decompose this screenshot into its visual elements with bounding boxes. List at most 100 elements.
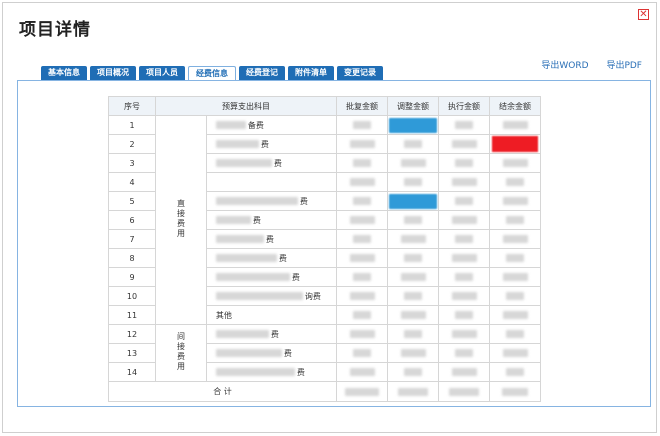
tab-funding-registration[interactable]: 经费登记 — [239, 66, 285, 80]
redacted-amount — [502, 159, 528, 167]
amount-balance — [489, 210, 541, 230]
redacted-amount — [404, 178, 422, 186]
redacted-amount — [349, 140, 375, 148]
tab-project-overview[interactable]: 项目概况 — [90, 66, 136, 80]
amount-adjusted — [387, 362, 439, 382]
highlight-blue — [389, 193, 437, 209]
budget-subject: 费 — [205, 229, 338, 249]
amount-balance — [489, 115, 541, 135]
row-number: 4 — [108, 172, 156, 192]
redacted-text — [215, 235, 264, 243]
amount-adjusted — [387, 286, 439, 306]
redacted-amount — [451, 368, 477, 376]
budget-table: 序号 预算支出科目 批复金额 调整金额 执行金额 结余金额 1 直接费用 备费 2 费 3… — [108, 96, 541, 402]
redacted-text — [215, 216, 251, 224]
amount-approved — [336, 229, 388, 249]
budget-subject-label: 费 — [283, 348, 292, 358]
redacted-amount — [506, 368, 524, 376]
redacted-amount — [400, 311, 426, 319]
budget-subject: 其他 — [205, 305, 338, 325]
group-indirect-costs: 间接费用 — [155, 324, 207, 382]
amount-executed — [438, 305, 490, 325]
table-total-row: 合 计 — [108, 381, 541, 402]
close-icon[interactable]: ✕ — [638, 9, 649, 20]
row-number: 10 — [108, 286, 156, 306]
group-direct-costs: 直接费用 — [155, 115, 207, 325]
budget-subject: 费 — [205, 267, 338, 287]
table-header-row: 序号 预算支出科目 批复金额 调整金额 执行金额 结余金额 — [108, 96, 541, 116]
amount-approved — [336, 343, 388, 363]
budget-subject-label: 费 — [270, 329, 279, 339]
highlight-red — [492, 136, 538, 152]
amount-balance — [489, 267, 541, 287]
redacted-amount — [502, 349, 528, 357]
amount-adjusted — [387, 134, 439, 154]
tab-attachments[interactable]: 附件清单 — [288, 66, 334, 80]
redacted-amount — [400, 273, 426, 281]
budget-subject-label: 费 — [265, 234, 274, 244]
row-number: 12 — [108, 324, 156, 344]
col-header-no: 序号 — [108, 96, 156, 116]
amount-executed — [438, 324, 490, 344]
amount-adjusted — [387, 305, 439, 325]
total-executed — [438, 381, 490, 402]
redacted-amount — [502, 311, 528, 319]
export-word-link[interactable]: 导出WORD — [541, 61, 588, 71]
redacted-amount — [455, 311, 473, 319]
redacted-amount — [455, 159, 473, 167]
amount-balance — [489, 324, 541, 344]
amount-executed — [438, 267, 490, 287]
tab-basic-info[interactable]: 基本信息 — [41, 66, 87, 80]
redacted-amount — [349, 178, 375, 186]
redacted-amount — [349, 292, 375, 300]
amount-executed — [438, 115, 490, 135]
redacted-text — [215, 330, 269, 338]
row-number: 3 — [108, 153, 156, 173]
export-pdf-link[interactable]: 导出PDF — [606, 61, 642, 71]
redacted-amount — [451, 292, 477, 300]
tab-change-log[interactable]: 变更记录 — [337, 66, 383, 80]
amount-adjusted — [387, 191, 439, 211]
redacted-amount — [506, 292, 524, 300]
amount-balance — [489, 229, 541, 249]
budget-subject-label: 备费 — [247, 120, 264, 130]
budget-subject: 费 — [205, 153, 338, 173]
redacted-amount — [455, 197, 473, 205]
tab-project-members[interactable]: 项目人员 — [139, 66, 185, 80]
redacted-amount — [404, 292, 422, 300]
amount-balance — [489, 248, 541, 268]
amount-adjusted — [387, 210, 439, 230]
redacted-amount — [455, 273, 473, 281]
redacted-amount — [353, 197, 371, 205]
redacted-amount — [506, 178, 524, 186]
redacted-amount — [455, 349, 473, 357]
total-balance — [489, 381, 541, 402]
row-number: 9 — [108, 267, 156, 287]
redacted-amount — [349, 330, 375, 338]
redacted-amount — [451, 330, 477, 338]
amount-balance — [489, 362, 541, 382]
budget-subject: 费 — [205, 191, 338, 211]
amount-balance — [489, 153, 541, 173]
redacted-amount — [353, 159, 371, 167]
amount-executed — [438, 343, 490, 363]
budget-subject-label: 其他 — [215, 310, 232, 320]
amount-executed — [438, 229, 490, 249]
redacted-amount — [400, 349, 426, 357]
redacted-amount — [404, 368, 422, 376]
amount-executed — [438, 153, 490, 173]
amount-approved — [336, 134, 388, 154]
redacted-text — [215, 140, 259, 148]
amount-executed — [438, 362, 490, 382]
tab-panel: 序号 预算支出科目 批复金额 调整金额 执行金额 结余金额 1 直接费用 备费 2 费 3… — [17, 80, 651, 407]
amount-balance — [489, 134, 541, 154]
redacted-amount — [400, 235, 426, 243]
budget-subject: 询费 — [205, 286, 338, 306]
budget-subject-label: 费 — [291, 272, 300, 282]
redacted-text — [215, 254, 277, 262]
redacted-amount — [506, 254, 524, 262]
redacted-amount — [400, 159, 426, 167]
tab-funding-info[interactable]: 经费信息 — [188, 66, 236, 80]
budget-subject-label: 费 — [273, 158, 282, 168]
amount-adjusted — [387, 324, 439, 344]
